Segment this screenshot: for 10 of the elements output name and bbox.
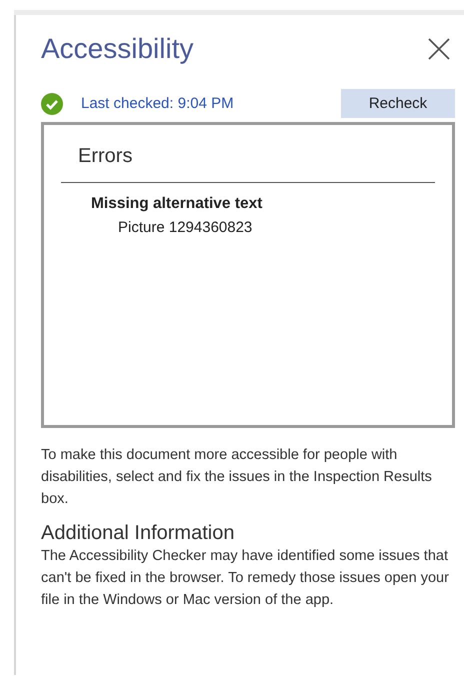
description-text: To make this document more accessible for people with disabilities, select and fix the issues in the Inspection Results box. <box>41 446 433 509</box>
info-text: The Accessibility Checker may have identified some issues that can't be fixed in the browser. To remedy those issues open your file in the Windows or Mac version of the app. <box>41 547 450 610</box>
section-heading: Additional Information <box>41 522 236 545</box>
issue-detail[interactable]: Picture 1294360823 <box>118 219 435 236</box>
errors-heading: Errors <box>77 145 134 168</box>
recheck-button[interactable]: Recheck <box>341 89 455 118</box>
last-checked-link[interactable]: Last checked: 9:04 PM <box>81 95 341 112</box>
close-icon[interactable] <box>427 37 451 61</box>
issue-title[interactable]: Missing alternative text <box>91 195 435 213</box>
pane-title: Accessibility <box>41 33 194 65</box>
